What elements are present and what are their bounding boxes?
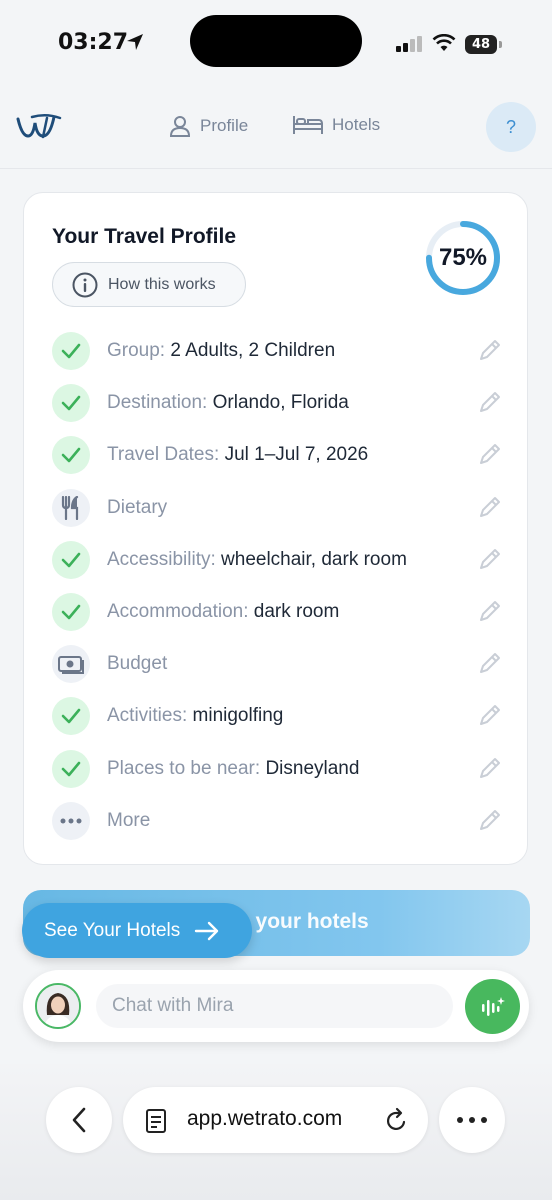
pencil-icon[interactable] <box>476 338 502 364</box>
travel-profile-card: Your Travel Profile How this works 75% G… <box>23 192 528 865</box>
pencil-icon[interactable] <box>476 390 502 416</box>
voice-wave-icon <box>481 996 505 1016</box>
pencil-icon[interactable] <box>476 547 502 573</box>
row-key: Accessibility: <box>107 548 216 570</box>
row-destination[interactable]: Destination: Orlando, Florida <box>52 377 502 429</box>
chat-bar <box>23 970 529 1042</box>
cellular-signal-icon <box>396 36 422 52</box>
help-button[interactable]: ? <box>486 102 536 152</box>
check-icon <box>52 697 90 736</box>
chevron-left-icon <box>72 1107 86 1133</box>
row-key: More <box>107 809 151 831</box>
row-key: Travel Dates: <box>107 444 220 466</box>
wetrato-logo-icon[interactable] <box>16 112 62 142</box>
row-key: Budget <box>107 653 168 675</box>
check-icon <box>52 593 90 632</box>
row-value: dark room <box>253 601 340 623</box>
banner-label: e your hotels <box>238 910 369 933</box>
row-group[interactable]: Group: 2 Adults, 2 Children <box>52 325 502 377</box>
check-icon <box>52 332 90 371</box>
money-icon <box>52 645 90 684</box>
url-text: app.wetrato.com <box>187 1107 343 1130</box>
row-value: Disneyland <box>265 757 360 779</box>
check-icon <box>52 749 90 788</box>
status-bar: 03:27 48 <box>0 0 552 88</box>
row-travel-dates[interactable]: Travel Dates: Jul 1–Jul 7, 2026 <box>52 429 502 481</box>
pencil-icon[interactable] <box>476 651 502 677</box>
card-title: Your Travel Profile <box>52 225 237 248</box>
row-budget[interactable]: Budget <box>52 638 502 690</box>
row-key: Destination: <box>107 392 208 414</box>
row-accommodation[interactable]: Accommodation: dark room <box>52 586 502 638</box>
row-activities[interactable]: Activities: minigolfing <box>52 690 502 742</box>
mira-avatar <box>35 983 81 1029</box>
row-key: Dietary <box>107 496 168 518</box>
row-more[interactable]: More <box>52 795 502 847</box>
voice-button[interactable] <box>465 979 520 1034</box>
page-menu-icon <box>146 1109 166 1133</box>
address-bar[interactable]: app.wetrato.com <box>123 1087 428 1153</box>
ellipsis-icon <box>457 1117 487 1123</box>
row-key: Places to be near: <box>107 757 261 779</box>
app-header: Profile Hotels ? <box>0 88 552 169</box>
pencil-icon[interactable] <box>476 599 502 625</box>
row-key: Activities: <box>107 705 188 727</box>
see-your-hotels-button[interactable]: See Your Hotels <box>22 903 252 958</box>
row-value: Orlando, Florida <box>212 392 349 414</box>
row-key: Accommodation: <box>107 601 249 623</box>
back-button[interactable] <box>46 1087 112 1153</box>
pencil-icon[interactable] <box>476 495 502 521</box>
check-icon <box>52 436 90 475</box>
row-accessibility[interactable]: Accessibility: wheelchair, dark room <box>52 534 502 586</box>
how-this-works-label: How this works <box>108 275 216 293</box>
pencil-icon[interactable] <box>476 442 502 468</box>
row-key: Group: <box>107 340 166 362</box>
wifi-icon <box>432 34 456 51</box>
chat-input[interactable] <box>96 984 453 1028</box>
progress-percent: 75% <box>438 244 488 271</box>
pencil-icon[interactable] <box>476 808 502 834</box>
reload-icon[interactable] <box>385 1107 409 1133</box>
row-value: wheelchair, dark room <box>221 548 407 570</box>
row-value: minigolfing <box>192 705 284 727</box>
profile-rows: Group: 2 Adults, 2 Children Destination:… <box>52 325 502 847</box>
pencil-icon[interactable] <box>476 703 502 729</box>
dynamic-island <box>190 15 362 67</box>
pencil-icon[interactable] <box>476 756 502 782</box>
row-value: Jul 1–Jul 7, 2026 <box>224 444 369 466</box>
see-your-hotels-label: See Your Hotels <box>44 919 181 941</box>
check-icon <box>52 540 90 579</box>
battery-tip <box>499 41 502 48</box>
nav-profile-label: Profile <box>200 116 249 135</box>
user-icon <box>169 116 191 137</box>
nav-profile-tab[interactable]: Profile <box>168 114 248 138</box>
browser-toolbar: app.wetrato.com <box>0 1064 552 1200</box>
how-this-works-button[interactable]: How this works <box>52 262 246 307</box>
check-icon <box>52 384 90 423</box>
row-dietary[interactable]: Dietary <box>52 482 502 534</box>
nav-hotels-label: Hotels <box>332 115 381 134</box>
row-places-near[interactable]: Places to be near: Disneyland <box>52 743 502 795</box>
arrow-right-icon <box>195 921 219 940</box>
more-options-button[interactable] <box>439 1087 505 1153</box>
location-arrow-icon <box>127 34 143 50</box>
status-time: 03:27 <box>58 30 129 55</box>
utensils-icon <box>52 488 90 527</box>
battery-indicator: 48 <box>465 35 497 54</box>
bed-icon <box>293 116 323 134</box>
more-dots-icon <box>52 801 90 840</box>
info-icon <box>72 272 98 297</box>
row-value: 2 Adults, 2 Children <box>170 340 336 362</box>
nav-hotels-tab[interactable]: Hotels <box>292 114 380 136</box>
